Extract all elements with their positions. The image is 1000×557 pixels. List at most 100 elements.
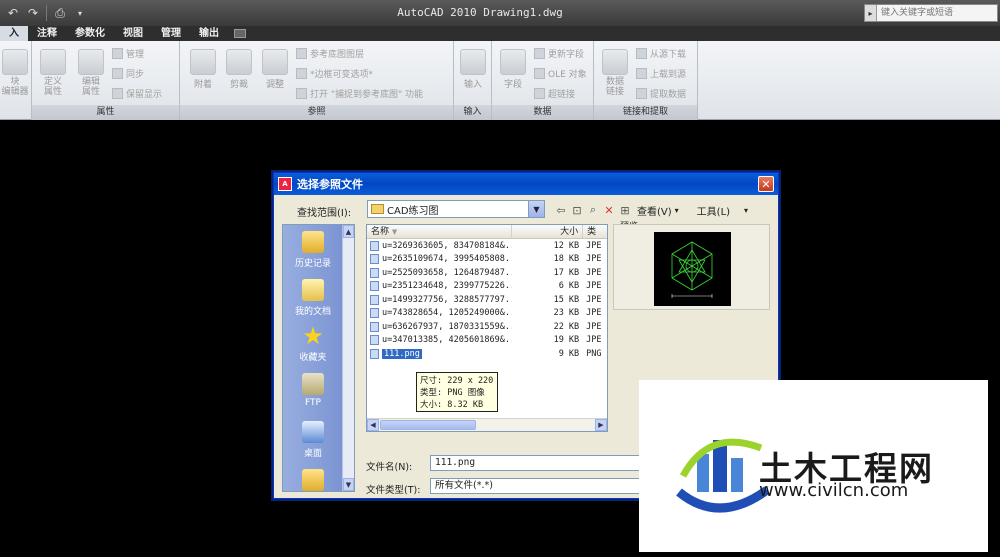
ribbon-minimize-icon[interactable]: [234, 29, 246, 38]
file-type-cell: JPE: [586, 254, 602, 265]
filetype-select[interactable]: 所有文件(*.*): [430, 478, 640, 494]
tab-insert[interactable]: 入: [0, 26, 28, 41]
file-row[interactable]: u=2351234648, 2399775226... 6 KB JPE: [367, 280, 607, 294]
preview-pane: [613, 224, 770, 310]
tools-menu[interactable]: 工具(L): [697, 203, 730, 218]
scroll-up-icon[interactable]: ▲: [343, 225, 354, 238]
tab-output[interactable]: 输出: [190, 26, 228, 41]
file-row[interactable]: u=743828654, 1205249000&... 23 KB JPE: [367, 307, 607, 321]
tab-manage[interactable]: 管理: [152, 26, 190, 41]
place-favorites[interactable]: ★ 收藏夹: [283, 324, 343, 363]
panel-attributes: 定义 属性 编辑 属性 管理 同步 保留显示 属性: [32, 41, 180, 120]
delete-icon[interactable]: ✕: [601, 203, 617, 217]
back-icon[interactable]: ⇦: [553, 203, 569, 217]
place-more[interactable]: [283, 469, 343, 491]
file-row[interactable]: u=636267937, 1870331559&... 22 KB JPE: [367, 320, 607, 334]
define-attribute-button[interactable]: 定义 属性: [36, 49, 70, 97]
column-name[interactable]: 名称 ▼: [367, 225, 512, 238]
column-type[interactable]: 类: [583, 225, 607, 238]
sort-desc-icon: ▼: [391, 228, 398, 236]
ole-object-button[interactable]: OLE 对象: [534, 67, 587, 80]
undo-icon[interactable]: ↶: [4, 4, 22, 22]
file-row[interactable]: u=1499327756, 3288577797... 15 KB JPE: [367, 293, 607, 307]
file-row[interactable]: u=2525093658, 1264879487... 17 KB JPE: [367, 266, 607, 280]
views-menu[interactable]: 查看(V): [637, 203, 672, 218]
up-folder-icon[interactable]: ⊡: [569, 203, 585, 217]
block-editor-icon: [2, 49, 28, 75]
file-type-cell: PNG: [586, 348, 602, 359]
print-icon[interactable]: ⎙: [51, 4, 69, 22]
download-source-button[interactable]: 从源下载: [636, 47, 686, 60]
hyperlink-button[interactable]: 超链接: [534, 87, 575, 100]
place-ftp[interactable]: FTP: [283, 373, 343, 408]
keep-display-button[interactable]: 保留显示: [112, 87, 162, 100]
places-bar: 历史记录 我的文档 ★ 收藏夹 FTP 桌面 ▲ ▼: [282, 224, 355, 492]
dialog-title: 选择参照文件: [297, 178, 363, 191]
ribbon: 块 编辑器 定义 属性 编辑 属性 管理 同步 保留显示 属性 附着 剪裁 调整…: [0, 41, 1000, 120]
help-search-input[interactable]: [877, 5, 995, 21]
block-editor-button[interactable]: 块 编辑器: [0, 49, 30, 97]
upload-icon: [636, 68, 647, 79]
image-file-icon: [370, 348, 379, 359]
underlay-layers-button[interactable]: 参考底图图层: [296, 47, 364, 60]
tab-annotate[interactable]: 注释: [28, 26, 66, 41]
tab-parametric[interactable]: 参数化: [66, 26, 114, 41]
manage-attributes-button[interactable]: 管理: [112, 47, 144, 60]
upload-source-button[interactable]: 上载到源: [636, 67, 686, 80]
search-web-icon[interactable]: ⌕: [585, 203, 601, 217]
frames-icon: [296, 68, 307, 79]
clip-icon: [226, 49, 252, 75]
file-row[interactable]: u=347013385, 4205601869&... 19 KB JPE: [367, 334, 607, 348]
panel-data: 字段 更新字段 OLE 对象 超链接 数据: [492, 41, 594, 120]
chevron-down-icon[interactable]: ▼: [528, 201, 544, 217]
place-desktop[interactable]: 桌面: [283, 421, 343, 459]
place-history[interactable]: 历史记录: [283, 231, 343, 269]
panel-label-link-extract: 链接和提取: [594, 105, 697, 120]
import-button[interactable]: 输入: [456, 49, 490, 90]
filetype-label: 文件类型(T):: [366, 485, 421, 496]
scroll-right-icon[interactable]: ▶: [595, 419, 607, 431]
tools-dropdown-icon[interactable]: ▾: [744, 206, 748, 215]
edit-attribute-button[interactable]: 编辑 属性: [74, 49, 108, 97]
adjust-button[interactable]: 调整: [258, 49, 292, 90]
sync-attributes-button[interactable]: 同步: [112, 67, 144, 80]
file-name-cell: u=636267937, 1870331559&...: [367, 321, 512, 332]
help-search-box[interactable]: ▸: [864, 4, 998, 22]
column-size[interactable]: 大小: [512, 225, 584, 238]
snap-underlay-button[interactable]: 打开 "捕捉到参考底图" 功能: [296, 87, 423, 100]
keep-display-icon: [112, 88, 123, 99]
panel-label-attributes[interactable]: 属性: [32, 105, 179, 120]
file-name-cell: u=743828654, 1205249000&...: [367, 308, 512, 319]
clip-button[interactable]: 剪裁: [222, 49, 256, 90]
views-dropdown-icon[interactable]: ▾: [675, 206, 679, 215]
autocad-app-icon: A: [278, 177, 292, 191]
data-link-button[interactable]: 数据 链接: [598, 49, 632, 97]
file-type-cell: JPE: [586, 335, 602, 346]
redo-icon[interactable]: ↷: [24, 4, 42, 22]
extract-icon: [636, 88, 647, 99]
panel-label-reference[interactable]: 参照: [180, 105, 453, 120]
file-row[interactable]: u=3269363605, 834708184&... 12 KB JPE: [367, 239, 607, 253]
update-fields-button[interactable]: 更新字段: [534, 47, 584, 60]
scroll-down-icon[interactable]: ▼: [343, 478, 354, 491]
file-list-hscrollbar[interactable]: ◀ ▶: [367, 418, 607, 431]
look-in-combo[interactable]: CAD练习图 ▼: [367, 200, 545, 218]
places-scrollbar[interactable]: ▲ ▼: [342, 225, 354, 491]
close-icon[interactable]: ✕: [758, 176, 774, 192]
extract-data-button[interactable]: 提取数据: [636, 87, 686, 100]
tab-view[interactable]: 视图: [114, 26, 152, 41]
search-expand-icon[interactable]: ▸: [865, 5, 877, 21]
file-row[interactable]: 111.png 9 KB PNG: [367, 347, 607, 361]
dialog-title-bar[interactable]: A 选择参照文件: [274, 173, 778, 195]
qat-dropdown-icon[interactable]: ▾: [71, 4, 89, 22]
place-my-documents[interactable]: 我的文档: [283, 279, 343, 317]
hscroll-thumb[interactable]: [380, 420, 476, 430]
new-folder-icon[interactable]: ⊞: [617, 203, 633, 217]
panel-link-extract: 数据 链接 从源下载 上载到源 提取数据 链接和提取: [594, 41, 698, 120]
attach-button[interactable]: 附着: [186, 49, 220, 90]
scroll-left-icon[interactable]: ◀: [367, 419, 379, 431]
file-row[interactable]: u=2635109674, 3995405808... 18 KB JPE: [367, 253, 607, 267]
field-button[interactable]: 字段: [496, 49, 530, 90]
frames-vary-dropdown[interactable]: *边框可变选项*: [296, 67, 373, 80]
filename-input[interactable]: 111.png: [430, 455, 640, 471]
